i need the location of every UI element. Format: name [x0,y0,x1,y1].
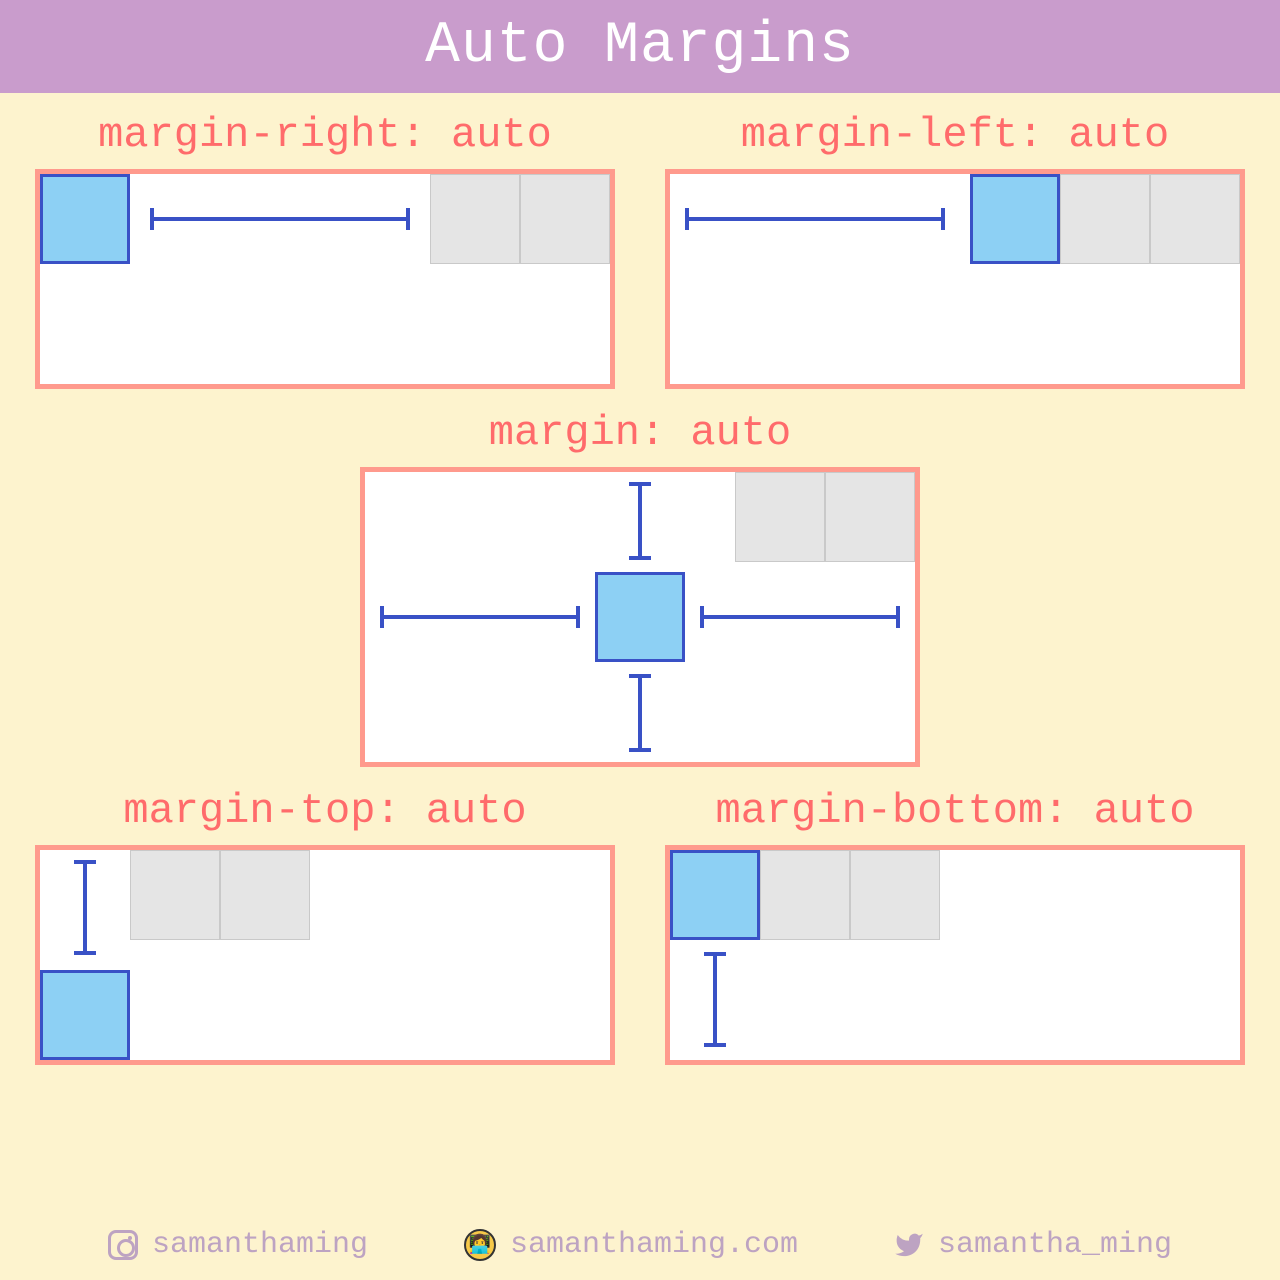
margin-arrow-bottom [638,674,642,752]
sibling-box [760,850,850,940]
label-margin-all: margin: auto [489,409,791,457]
label-margin-left: margin-left: auto [741,111,1169,159]
sibling-box [520,174,610,264]
target-box [970,174,1060,264]
page-title: Auto Margins [0,0,1280,93]
example-margin-top: margin-top: auto [30,787,620,1065]
sibling-box [850,850,940,940]
example-margin-left: margin-left: auto [660,111,1250,389]
container-margin-right [35,169,615,389]
instagram-icon [108,1230,138,1260]
footer: samanthaming 👩‍💻 samanthaming.com samant… [0,1216,1280,1280]
website-url: samanthaming.com [510,1228,798,1262]
margin-arrow-left [380,615,580,619]
twitter-icon [894,1230,924,1260]
margin-arrow-bottom [713,952,717,1047]
sibling-box [825,472,915,562]
target-box [595,572,685,662]
example-margin-right: margin-right: auto [30,111,620,389]
row-bottom: margin-top: auto margin-bottom: auto [30,787,1250,1065]
margin-arrow-left [685,217,945,221]
target-box [40,174,130,264]
avatar-icon: 👩‍💻 [464,1229,496,1261]
sibling-box [430,174,520,264]
margin-arrow-top [638,482,642,560]
sibling-box [220,850,310,940]
sibling-box [130,850,220,940]
footer-twitter: samantha_ming [894,1228,1172,1262]
target-box [40,970,130,1060]
footer-website: 👩‍💻 samanthaming.com [464,1228,798,1262]
container-margin-left [665,169,1245,389]
container-margin-all [360,467,920,767]
footer-instagram: samanthaming [108,1228,368,1262]
row-top: margin-right: auto margin-left: auto [30,111,1250,389]
margin-arrow-top [83,860,87,955]
margin-arrow-right [700,615,900,619]
content-area: margin-right: auto margin-left: auto mar… [0,93,1280,1216]
example-margin-all: margin: auto [360,409,920,767]
label-margin-top: margin-top: auto [123,787,526,835]
sibling-box [1060,174,1150,264]
row-center: margin: auto [30,409,1250,767]
label-margin-bottom: margin-bottom: auto [716,787,1195,835]
margin-arrow-right [150,217,410,221]
sibling-box [1150,174,1240,264]
target-box [670,850,760,940]
container-margin-bottom [665,845,1245,1065]
example-margin-bottom: margin-bottom: auto [660,787,1250,1065]
instagram-handle: samanthaming [152,1228,368,1262]
sibling-box [735,472,825,562]
label-margin-right: margin-right: auto [98,111,552,159]
twitter-handle: samantha_ming [938,1228,1172,1262]
container-margin-top [35,845,615,1065]
